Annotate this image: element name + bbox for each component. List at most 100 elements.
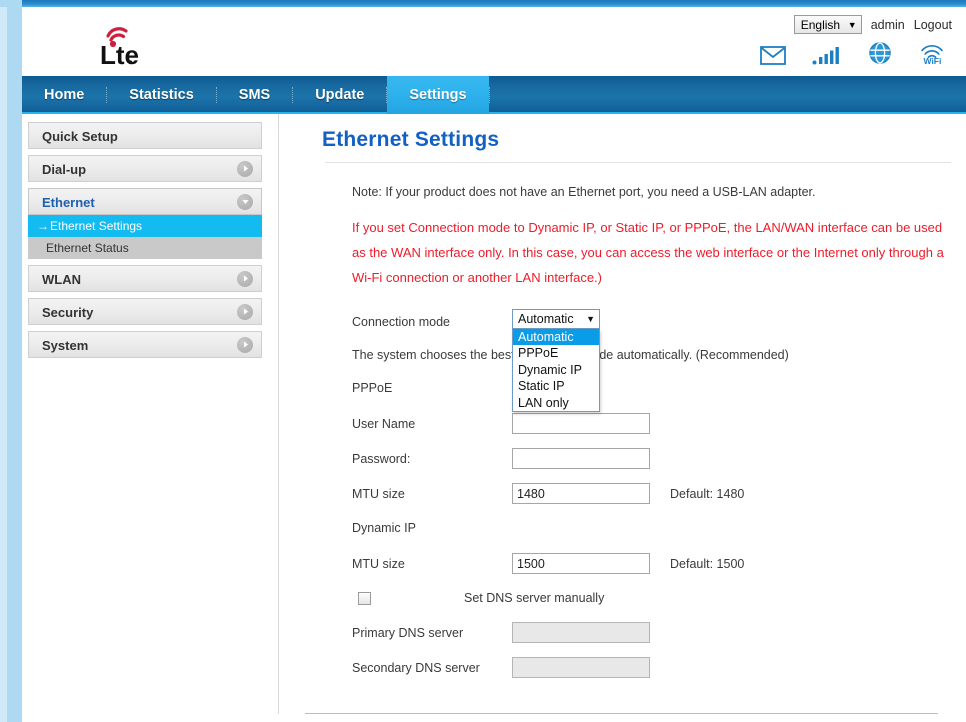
connection-mode-select[interactable]: Automatic ▼ (512, 309, 600, 329)
lte-logo: Lte (82, 14, 146, 70)
connection-mode-label: Connection mode (352, 315, 512, 329)
secondary-dns-input[interactable] (512, 657, 650, 678)
page-body: Quick SetupDial-upEthernet→Ethernet Sett… (22, 114, 966, 722)
dynamic-mtu-input[interactable] (512, 553, 650, 574)
router-admin-page: Lte English ▼ admin Logout (0, 0, 966, 722)
chevron-down-icon: ▼ (586, 314, 595, 324)
pppoe-mtu-hint: Default: 1480 (670, 487, 744, 501)
pppoe-section-label: PPPoE (352, 371, 960, 406)
username-label: admin (871, 18, 905, 32)
sidebar-item-system[interactable]: System (28, 331, 262, 358)
set-dns-manually-checkbox[interactable] (358, 592, 371, 605)
nav-item-sms[interactable]: SMS (217, 76, 292, 114)
wifi-icon[interactable]: WiFi (918, 41, 946, 70)
connection-mode-option[interactable]: Automatic (513, 329, 599, 345)
arrow-right-icon: → (37, 219, 49, 233)
sidebar-subitem-label: Ethernet Status (46, 241, 129, 255)
svg-text:WiFi: WiFi (924, 56, 942, 65)
ethernet-settings-form: Connection mode The system chooses the b… (352, 304, 960, 685)
page-header: Lte English ▼ admin Logout (22, 7, 966, 76)
connection-mode-option[interactable]: PPPoE (513, 345, 599, 361)
username-input[interactable] (512, 413, 650, 434)
connection-mode-row: Connection mode (352, 304, 960, 339)
sidebar-item-label: Quick Setup (42, 129, 118, 144)
sidebar-item-label: Dial-up (42, 162, 86, 177)
window-top-border (0, 0, 966, 7)
sidebar-menu: Quick Setup Dial-up Ethernet →Ethernet Sett… (28, 122, 262, 364)
sidebar-item-label: System (42, 338, 88, 353)
primary-dns-input[interactable] (512, 622, 650, 643)
connection-mode-value: Automatic (518, 312, 574, 326)
ethernet-warning: If you set Connection mode to Dynamic IP… (352, 215, 952, 290)
sidebar-item-quick-setup[interactable]: Quick Setup (28, 122, 262, 149)
connection-mode-option[interactable]: Dynamic IP (513, 362, 599, 378)
set-dns-manually-row: Set DNS server manually (352, 581, 960, 615)
title-divider (325, 162, 951, 163)
logout-link[interactable]: Logout (914, 18, 952, 32)
set-dns-manually-label: Set DNS server manually (464, 591, 604, 605)
signal-bars-icon[interactable] (812, 45, 842, 70)
globe-icon[interactable] (868, 41, 892, 70)
chevron-right-icon (237, 271, 253, 287)
connection-mode-option[interactable]: LAN only (513, 395, 599, 411)
primary-dns-row: Primary DNS server (352, 615, 960, 650)
sidebar-item-wlan[interactable]: WLAN (28, 265, 262, 292)
nav-item-update[interactable]: Update (293, 76, 386, 114)
connection-mode-option-list: AutomaticPPPoEDynamic IPStatic IPLAN onl… (512, 329, 600, 412)
sidebar-item-label: WLAN (42, 272, 81, 287)
main-content: Ethernet Settings Note: If your product … (300, 114, 960, 685)
pppoe-mtu-row: MTU size Default: 1480 (352, 476, 960, 511)
connection-mode-dropdown: Automatic ▼ AutomaticPPPoEDynamic IPStat… (512, 309, 600, 412)
nav-item-home[interactable]: Home (22, 76, 106, 114)
primary-dns-label: Primary DNS server (352, 626, 512, 640)
chevron-down-icon (237, 194, 253, 210)
sidebar-group: Ethernet →Ethernet Settings Ethernet Statu… (28, 188, 262, 259)
window-left-border-inner (0, 7, 7, 722)
main-navigation: HomeStatisticsSMSUpdateSettings (22, 76, 966, 114)
footer-divider (305, 713, 938, 714)
svg-text:Lte: Lte (100, 40, 139, 70)
sidebar-item-security[interactable]: Security (28, 298, 262, 325)
chevron-right-icon (237, 337, 253, 353)
window-left-border (0, 0, 22, 722)
chevron-right-icon (237, 304, 253, 320)
header-user-row: English ▼ admin Logout (794, 15, 952, 34)
sidebar-subitem-ethernet-status[interactable]: Ethernet Status (28, 237, 262, 259)
dynamic-ip-section-label: Dynamic IP (352, 511, 960, 546)
language-select-value: English (801, 18, 840, 32)
sidebar-divider (278, 114, 279, 714)
pppoe-mtu-label: MTU size (352, 487, 512, 501)
chevron-down-icon: ▼ (848, 20, 857, 30)
password-label: Password: (352, 452, 512, 466)
sidebar-group: Security (28, 298, 262, 325)
nav-separator (489, 87, 490, 103)
pppoe-mtu-input[interactable] (512, 483, 650, 504)
language-select[interactable]: English ▼ (794, 15, 862, 34)
ethernet-note: Note: If your product does not have an E… (352, 185, 960, 199)
sidebar-item-label: Ethernet (42, 195, 95, 210)
sidebar-item-label: Security (42, 305, 93, 320)
secondary-dns-label: Secondary DNS server (352, 661, 512, 675)
dynamic-mtu-label: MTU size (352, 557, 512, 571)
nav-item-statistics[interactable]: Statistics (107, 76, 215, 114)
sidebar-group: System (28, 331, 262, 358)
secondary-dns-row: Secondary DNS server (352, 650, 960, 685)
username-label: User Name (352, 417, 512, 431)
sidebar-subitem-ethernet-settings[interactable]: →Ethernet Settings (28, 215, 262, 237)
connection-mode-description: The system chooses the best connection m… (352, 339, 960, 371)
nav-item-settings[interactable]: Settings (387, 76, 488, 114)
page-title: Ethernet Settings (300, 114, 960, 152)
username-row: User Name (352, 406, 960, 441)
chevron-right-icon (237, 161, 253, 177)
mail-icon[interactable] (760, 46, 786, 70)
sidebar-group: WLAN (28, 265, 262, 292)
sidebar-item-ethernet[interactable]: Ethernet (28, 188, 262, 215)
status-icon-bar: WiFi (760, 41, 946, 70)
sidebar-group: Quick Setup (28, 122, 262, 149)
sidebar-item-dial-up[interactable]: Dial-up (28, 155, 262, 182)
dynamic-mtu-hint: Default: 1500 (670, 557, 744, 571)
dynamic-mtu-row: MTU size Default: 1500 (352, 546, 960, 581)
password-input[interactable] (512, 448, 650, 469)
connection-mode-option[interactable]: Static IP (513, 378, 599, 394)
password-row: Password: (352, 441, 960, 476)
